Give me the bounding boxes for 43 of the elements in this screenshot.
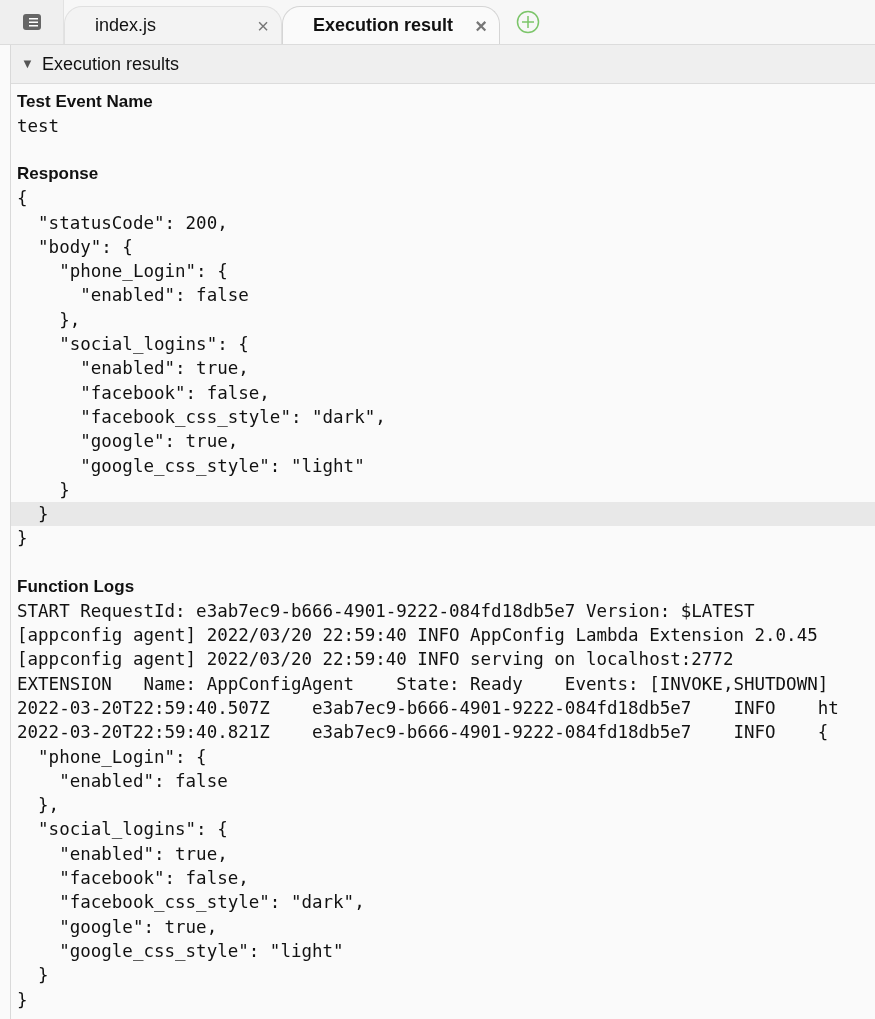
code-line: "facebook_css_style": "dark", [58, 891, 366, 915]
section-heading: Function Logs [16, 575, 136, 598]
code-line: "phone_Login": { [37, 745, 208, 769]
code-line: "google": true, [58, 915, 219, 939]
section-heading: Response [16, 163, 100, 186]
code-line: "statusCode": 200, [37, 211, 229, 235]
tab[interactable]: Execution result × [282, 6, 500, 44]
code-line: 2022-03-20T22:59:40.821Z e3ab7ec9-b666-4901-9222-084fd18db5e7 INFO { [16, 721, 830, 745]
code-line: START RequestId: e3ab7ec9-b666-4901-9222-084fd18db5e7 Version: $LATEST [16, 599, 756, 623]
code-line: } [37, 964, 50, 988]
code-line: } [58, 478, 71, 502]
code-line: }, [58, 308, 82, 332]
collapse-arrow-icon[interactable]: ▼ [21, 54, 34, 74]
code-line: "body": { [37, 235, 134, 259]
code-line: test [16, 115, 61, 138]
code-line: "google_css_style": "light" [58, 939, 345, 963]
code-line: } [16, 527, 29, 551]
panel-header[interactable]: ▼ Execution results [11, 45, 875, 84]
close-icon[interactable]: × [257, 15, 269, 36]
code-line: { [16, 187, 29, 211]
code-line: "enabled": false [58, 769, 229, 793]
code-line: [appconfig agent] 2022/03/20 22:59:40 INFO AppConfig Lambda Extension 2.0.45 [16, 624, 819, 648]
tab[interactable]: index.js × [64, 6, 282, 44]
code-line: 2022-03-20T22:59:40.507Z e3ab7ec9-b666-4901-9222-084fd18db5e7 INFO ht [16, 696, 840, 720]
code-line: "enabled": true, [58, 842, 229, 866]
code-line: "social_logins": { [58, 333, 250, 357]
code-line: } [16, 988, 29, 1012]
code-line: "facebook": false, [79, 381, 271, 405]
code-line: EXTENSION Name: AppConfigAgent State: Ready Events: [INVOKE,SHUTDOWN] [16, 672, 830, 696]
code-line: "facebook": false, [58, 867, 250, 890]
code-line: "enabled": true, [79, 357, 250, 381]
code-line: "facebook_css_style": "dark", [79, 405, 387, 429]
code-line: "phone_Login": { [58, 260, 229, 284]
section-heading: Test Event Name [16, 91, 154, 113]
code-line: "google_css_style": "light" [79, 454, 366, 478]
code-line: "google": true, [79, 430, 240, 454]
panel-title: Execution results [41, 52, 179, 76]
code-line: [appconfig agent] 2022/03/20 22:59:40 INFO serving on localhost:2772 [16, 648, 735, 672]
code-line: "enabled": false [79, 284, 250, 308]
code-line: }, [37, 794, 61, 818]
close-icon[interactable]: × [475, 15, 487, 36]
code-line: "social_logins": { [37, 818, 229, 842]
list-icon[interactable] [20, 13, 43, 31]
